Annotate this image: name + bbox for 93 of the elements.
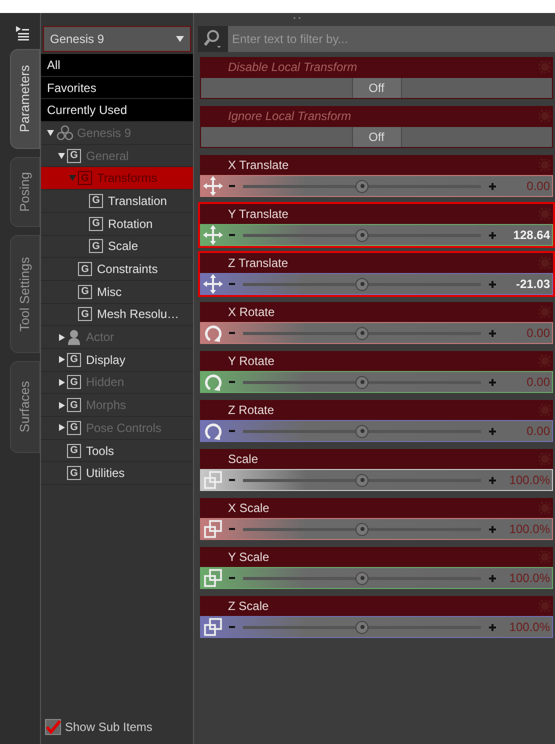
slider-thumb[interactable] [356, 620, 368, 634]
checkbox-label: Show Sub Items [65, 719, 152, 736]
side-tab[interactable]: Posing [10, 157, 40, 227]
value-text: 0.00 [526, 423, 551, 440]
value-text: 100.0% [508, 619, 551, 636]
slider-thumb[interactable] [356, 180, 368, 192]
parameter-label: Disable Local Transform [228, 59, 358, 76]
group-icon: G [89, 239, 103, 254]
person-icon [67, 329, 81, 346]
group-icon: G [67, 398, 81, 412]
slider-thumb[interactable] [356, 522, 368, 536]
overlapping-squares-icon [203, 470, 223, 490]
rotate-arrow-icon [203, 372, 223, 392]
parameter-label: Scale [228, 451, 258, 468]
parameter-label: Z Scale [228, 598, 269, 615]
parameter-label: Ignore Local Transform [228, 108, 352, 125]
group-icon: G [67, 420, 81, 435]
minus-icon [229, 332, 235, 334]
side-tab[interactable]: Surfaces [10, 361, 40, 453]
plus-icon [489, 624, 496, 630]
overlapping-squares-icon [203, 617, 223, 637]
search-icon[interactable] [202, 29, 224, 49]
figure-icon [56, 124, 74, 141]
minus-icon [229, 234, 235, 236]
slider-thumb[interactable] [356, 228, 368, 242]
parameter-label: X Scale [228, 500, 270, 517]
group-icon: G [78, 284, 92, 299]
move-arrows-icon [203, 225, 223, 245]
parameter-label: X Rotate [228, 304, 275, 321]
group-icon: G [67, 444, 81, 458]
plus-icon [489, 232, 496, 238]
filter-item[interactable]: Currently Used [41, 99, 193, 122]
caret-icon [176, 36, 184, 42]
value-text: 100.0% [508, 521, 551, 538]
node-dropdown[interactable]: Genesis 9 [43, 26, 191, 52]
plus-icon [489, 476, 496, 484]
plus-icon [489, 526, 496, 532]
group-icon: G [78, 171, 92, 186]
parameter-label: X Translate [228, 157, 289, 174]
value-text: 100.0% [508, 570, 551, 587]
plus-icon [489, 330, 496, 336]
minus-icon [229, 577, 235, 579]
group-icon: G [67, 352, 81, 367]
minus-icon [229, 430, 235, 432]
parameter-label: Y Scale [228, 549, 270, 566]
grip-icon[interactable] [292, 16, 300, 20]
value-text: 0.00 [526, 374, 551, 391]
value-text: 128.64 [512, 227, 551, 244]
filter-field[interactable]: Enter text to filter by... [228, 26, 555, 52]
rotate-arrow-icon [203, 323, 223, 343]
overlapping-squares-icon [203, 519, 223, 539]
move-arrows-icon [203, 176, 223, 196]
overlapping-squares-icon [203, 568, 223, 588]
parameter-label: Z Rotate [228, 402, 274, 419]
minus-icon [229, 528, 235, 530]
slider-thumb[interactable] [356, 474, 368, 486]
checkbox[interactable] [45, 719, 61, 735]
group-icon: G [89, 194, 103, 208]
group-icon: G [78, 307, 92, 322]
plus-icon [489, 182, 496, 190]
plus-icon [489, 378, 496, 386]
rotate-arrow-icon [203, 421, 223, 441]
minus-icon [229, 185, 235, 187]
plus-icon [489, 428, 496, 434]
value-text: -21.03 [514, 276, 551, 293]
value-text: 0.00 [526, 325, 551, 342]
side-tab[interactable]: Parameters [10, 49, 40, 149]
value-text: 100.0% [508, 472, 551, 489]
slider-thumb[interactable] [356, 326, 368, 340]
move-arrows-icon [203, 274, 223, 294]
minus-icon [229, 381, 235, 383]
panel-menu-icon[interactable] [14, 25, 30, 41]
plus-icon [489, 574, 496, 582]
side-tab[interactable]: Tool Settings [10, 235, 40, 353]
plus-icon [489, 280, 496, 288]
minus-icon [229, 626, 235, 628]
minus-icon [229, 283, 235, 285]
slider-thumb[interactable] [356, 278, 368, 290]
parameter-label: Y Translate [228, 206, 288, 223]
group-icon: G [67, 148, 81, 163]
value-text: 0.00 [526, 178, 551, 195]
group-icon: G [67, 466, 81, 480]
slider-thumb[interactable] [356, 424, 368, 438]
slider-thumb[interactable] [356, 376, 368, 388]
slider-thumb[interactable] [356, 572, 368, 584]
filter-item[interactable]: Favorites [41, 76, 193, 100]
group-icon: G [67, 375, 81, 390]
group-icon: G [78, 262, 92, 276]
parameter-label: Y Rotate [228, 353, 274, 370]
group-icon: G [89, 216, 103, 231]
filter-item[interactable]: All [41, 54, 193, 77]
parameter-label: Z Translate [228, 255, 288, 272]
minus-icon [229, 479, 235, 481]
